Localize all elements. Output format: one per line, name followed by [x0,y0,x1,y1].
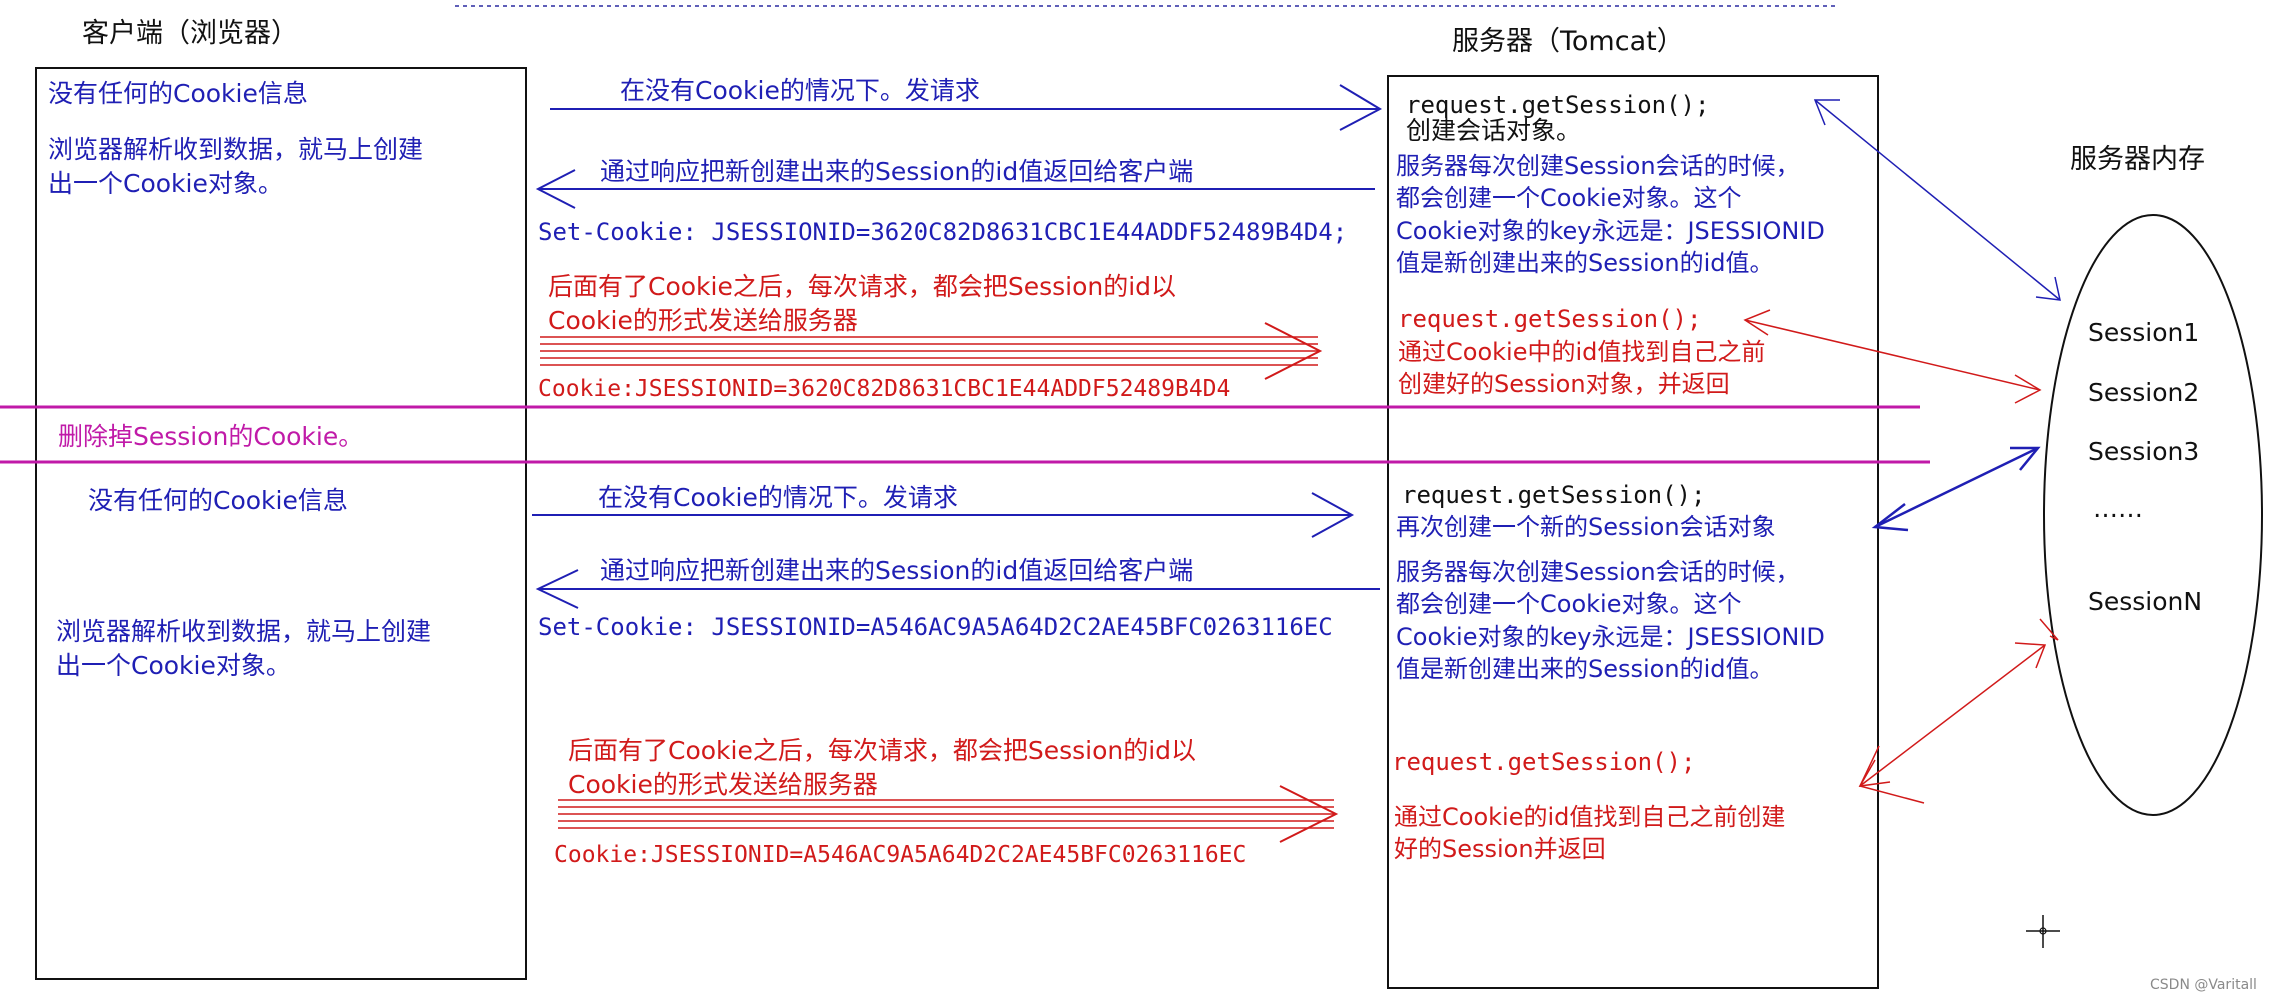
bottom-set-cookie: Set-Cookie: JSESSIONID=A546AC9A5A64D2C2A… [538,613,1333,641]
top-client-no-cookie: 没有任何的Cookie信息 [48,79,308,108]
client-box [35,67,527,980]
memory-session-n: SessionN [2088,587,2203,616]
client-header: 客户端（浏览器） [82,18,298,49]
connector-recreate-to-session3 [1871,446,2041,532]
top-server-create: 创建会话对象。 [1406,116,1582,145]
bottom-request-label: 在没有Cookie的情况下。发请求 [598,483,958,512]
top-client-parse: 浏览器解析收到数据，就马上创建 出一个Cookie对象。 [48,135,424,198]
connector-find-to-session2 [1743,309,2042,404]
red-arrow-fragment-2 [2039,618,2059,641]
bottom-response-label: 通过响应把新创建出来的Session的id值返回给客户端 [600,556,1194,585]
memory-header: 服务器内存 [2070,144,2205,175]
top-response-label: 通过响应把新创建出来的Session的id值返回给客户端 [600,157,1194,186]
watermark: CSDN @Varitall [2150,977,2257,993]
bottom-server-call1: request.getSession(); [1402,481,1706,509]
connector-create-to-memory [1813,99,2061,301]
top-request-label: 在没有Cookie的情况下。发请求 [620,76,980,105]
memory-session-1: Session1 [2088,318,2200,347]
memory-session-3: Session3 [2088,437,2200,466]
top-server-find: 通过Cookie中的id值找到自己之前 创建好的Session对象，并返回 [1398,338,1766,399]
top-server-desc: 服务器每次创建Session会话的时候， 都会创建一个Cookie对象。这个 C… [1396,152,1825,278]
top-cookie-header: Cookie:JSESSIONID=3620C82D8631CBC1E44ADD… [538,376,1231,402]
bottom-server-call2: request.getSession(); [1392,748,1696,776]
bottom-server-desc: 服务器每次创建Session会话的时候， 都会创建一个Cookie对象。这个 C… [1396,558,1825,684]
bottom-later-label: 后面有了Cookie之后，每次请求，都会把Session的id以 Cookie的… [568,736,1197,799]
bottom-client-parse: 浏览器解析收到数据，就马上创建 出一个Cookie对象。 [56,617,432,680]
connector-find-to-sessionN [1858,642,2047,787]
top-server-call2: request.getSession(); [1398,305,1702,333]
top-later-label: 后面有了Cookie之后，每次请求，都会把Session的id以 Cookie的… [548,272,1177,335]
divider-label: 删除掉Session的Cookie。 [58,422,364,451]
server-header: 服务器（Tomcat） [1452,26,1684,57]
bottom-client-no-cookie: 没有任何的Cookie信息 [88,486,348,515]
bottom-server-recreate: 再次创建一个新的Session会话对象 [1396,513,1776,541]
memory-ellipse [2043,214,2263,816]
top-set-cookie: Set-Cookie: JSESSIONID=3620C82D8631CBC1E… [538,218,1348,246]
crosshair-cursor-icon [2026,915,2060,948]
bottom-cookie-header: Cookie:JSESSIONID=A546AC9A5A64D2C2AE45BF… [554,842,1247,868]
memory-session-ellipsis: …… [2093,494,2143,523]
memory-session-2: Session2 [2088,378,2200,407]
red-arrow-fragment-1 [1858,745,1925,804]
bottom-server-find: 通过Cookie的id值找到自己之前创建 好的Session并返回 [1394,803,1786,864]
